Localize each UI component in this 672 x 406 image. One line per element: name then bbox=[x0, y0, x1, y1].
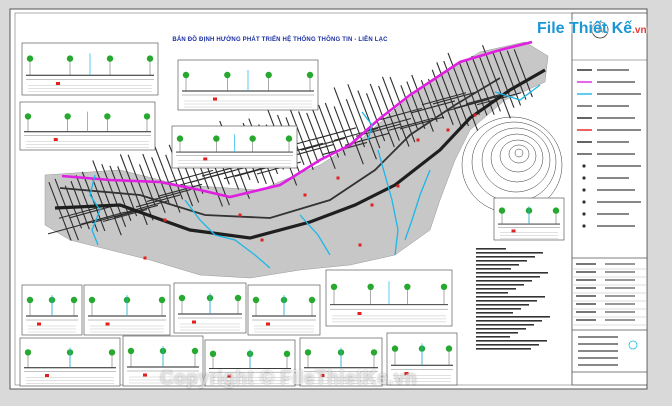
drawing-title: BẢN ĐỒ ĐỊNH HƯỚNG PHÁT TRIỂN HỆ THỐNG TH… bbox=[172, 37, 388, 43]
logo-suffix-text: .vn bbox=[632, 25, 647, 36]
logo-main-text: File Thiết Kế bbox=[537, 20, 633, 37]
cad-drawing bbox=[9, 8, 648, 390]
drawing-viewport: BẢN ĐỒ ĐỊNH HƯỚNG PHÁT TRIỂN HỆ THỐNG TH… bbox=[0, 0, 672, 401]
title-block bbox=[571, 12, 648, 386]
watermark-logo: File Thiết Kế.vn bbox=[529, 14, 647, 44]
copyright-watermark: Copyright © FileThietKe.vn bbox=[160, 368, 418, 389]
